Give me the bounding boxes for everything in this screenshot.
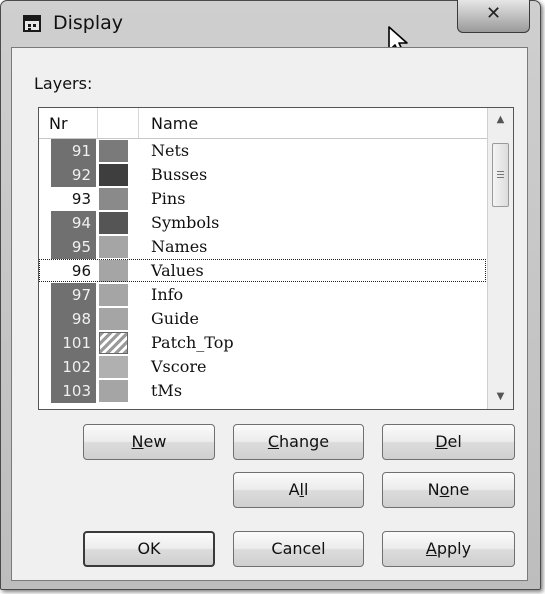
vertical-scrollbar[interactable]: ▲ ▼ — [487, 108, 513, 409]
change-button[interactable]: Change — [233, 424, 364, 460]
new-button[interactable]: New — [83, 424, 215, 460]
layer-name: Busses — [151, 165, 208, 184]
layer-row[interactable]: 93 Pins — [39, 187, 489, 211]
layer-color-swatch — [99, 164, 128, 186]
column-header-nr[interactable]: Nr — [49, 114, 68, 133]
layer-row[interactable]: 102 Vscore — [39, 355, 489, 379]
layer-name: Pins — [151, 189, 186, 208]
layer-number: 91 — [51, 139, 96, 163]
layer-name: Names — [151, 237, 208, 256]
close-button[interactable]: ✕ — [457, 0, 530, 33]
layer-number: 101 — [51, 331, 96, 355]
layer-number: 103 — [51, 379, 96, 403]
layer-number: 98 — [51, 307, 96, 331]
column-header-name[interactable]: Name — [151, 114, 198, 133]
layer-name: Info — [151, 285, 184, 304]
layer-name: Patch_Top — [151, 333, 234, 352]
layer-row[interactable]: 103 tMs — [39, 379, 489, 403]
apply-button[interactable]: Apply — [382, 531, 515, 567]
layer-number: 97 — [51, 283, 96, 307]
list-header: Nr Name — [39, 108, 489, 139]
layer-color-swatch — [99, 284, 128, 306]
focus-rectangle — [39, 259, 486, 282]
layer-number: 94 — [51, 211, 96, 235]
scroll-down-arrow-icon[interactable]: ▼ — [488, 387, 513, 407]
layer-row[interactable]: 97 Info — [39, 283, 489, 307]
layer-row[interactable]: 95 Names — [39, 235, 489, 259]
ok-button[interactable]: OK — [83, 531, 215, 567]
layer-color-swatch — [99, 140, 128, 162]
layer-row[interactable]: 92 Busses — [39, 163, 489, 187]
cancel-button[interactable]: Cancel — [233, 531, 364, 567]
all-button[interactable]: All — [233, 472, 364, 508]
layer-number: 102 — [51, 355, 96, 379]
layer-row[interactable]: 91 Nets — [39, 139, 489, 163]
layer-name: Guide — [151, 309, 199, 328]
layers-label: Layers: — [34, 74, 93, 93]
display-dialog: Display ✕ Layers: Nr Name 91 Nets 92 Busses… — [0, 0, 541, 590]
layer-number: 92 — [51, 163, 96, 187]
delete-button[interactable]: Del — [382, 424, 515, 460]
layer-color-swatch — [99, 356, 128, 378]
layer-name: Vscore — [151, 357, 207, 376]
layer-color-swatch — [99, 236, 128, 258]
layer-color-swatch — [99, 212, 128, 234]
layer-number: 93 — [51, 187, 96, 211]
scroll-thumb[interactable] — [492, 143, 509, 207]
layer-name: tMs — [151, 381, 183, 400]
layers-list[interactable]: Nr Name 91 Nets 92 Busses 93 Pins 94 Symbols 95 N… — [38, 107, 514, 410]
layer-color-swatch — [99, 380, 128, 402]
scroll-up-arrow-icon[interactable]: ▲ — [488, 110, 513, 130]
layer-row[interactable]: 101 Patch_Top — [39, 331, 489, 355]
layer-color-swatch — [99, 308, 128, 330]
layer-row[interactable]: 96 Values — [39, 259, 489, 283]
display-app-icon — [23, 15, 41, 32]
layer-number: 95 — [51, 235, 96, 259]
title-bar[interactable]: Display ✕ — [1, 0, 540, 57]
close-icon: ✕ — [485, 3, 502, 24]
layer-row[interactable]: 98 Guide — [39, 307, 489, 331]
layer-color-swatch — [99, 332, 128, 354]
layer-name: Symbols — [151, 213, 220, 232]
layer-color-swatch — [99, 188, 128, 210]
window-title: Display — [53, 12, 124, 34]
layer-row[interactable]: 94 Symbols — [39, 211, 489, 235]
layer-name: Nets — [151, 141, 190, 160]
none-button[interactable]: None — [382, 472, 515, 508]
dialog-body: Layers: Nr Name 91 Nets 92 Busses 93 Pins 94 Sy… — [11, 47, 528, 581]
